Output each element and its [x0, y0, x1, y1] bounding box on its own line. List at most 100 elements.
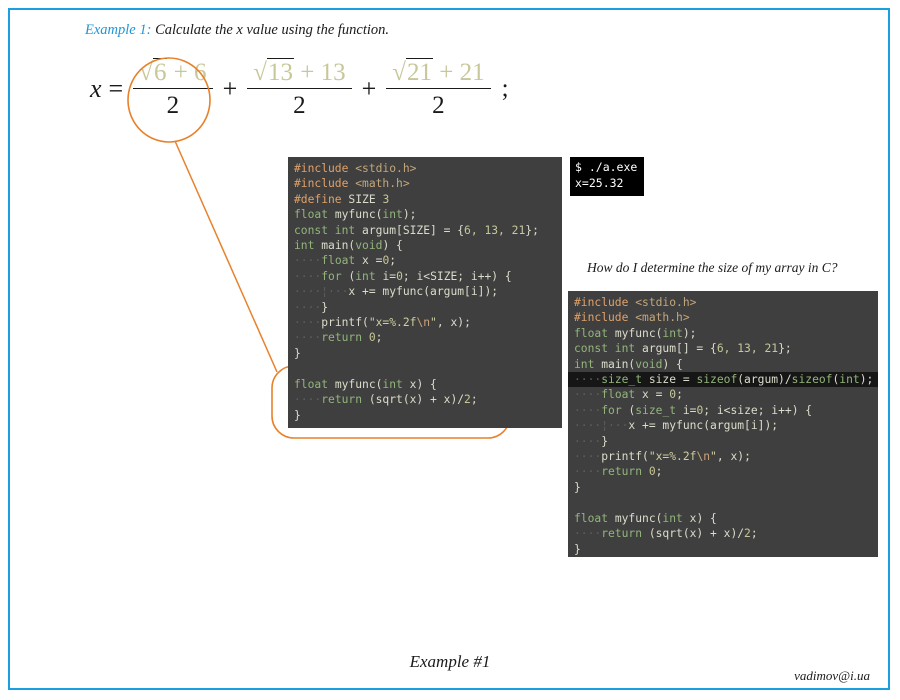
code-block-right[interactable]: #include <stdio.h> #include <math.h> float… [568, 291, 878, 557]
code-token: } [321, 300, 329, 314]
code-token: ; i<SIZE; i++) { [402, 269, 512, 283]
code-token: i= [382, 269, 397, 283]
numerator-rest: + 13 [300, 59, 346, 86]
code-token: (argum)/ [737, 373, 792, 387]
code-token: (sqrt(x) + x)/ [368, 393, 465, 407]
code-token: #define [294, 192, 349, 206]
code-token: } [574, 542, 581, 556]
code-line: #include <math.h> [568, 310, 878, 325]
code-token: argum[] = { [642, 342, 717, 356]
code-line: ····float x =0; [288, 253, 562, 268]
code-token: 6, 13, 21 [716, 342, 779, 356]
code-line: float myfunc(int); [568, 326, 878, 341]
code-token: float [574, 511, 615, 525]
code-token: ···· [574, 450, 602, 464]
code-line: ····for (size_t i=0; i<size; i++) { [568, 403, 878, 418]
code-line: ····¦···x += myfunc(argum[i]); [568, 418, 878, 433]
slide-caption: Example #1 [409, 652, 491, 671]
code-token: for [321, 269, 349, 283]
terminal-line: x=25.32 [575, 175, 624, 190]
code-token: }; [525, 223, 539, 237]
code-token: } [574, 480, 581, 494]
code-token: myfunc( [334, 208, 383, 222]
code-token: 3 [382, 192, 390, 206]
code-token: myfunc( [334, 377, 383, 391]
code-token: void [635, 357, 663, 371]
code-token: main( [601, 357, 636, 371]
code-line: #define SIZE 3 [288, 192, 562, 207]
code-token: float [294, 208, 335, 222]
code-token: } [601, 434, 609, 448]
code-token: float [574, 326, 615, 340]
code-token: myfunc( [614, 511, 663, 525]
heading-text: Calculate the x value using the function… [155, 22, 390, 38]
code-token: const int [294, 223, 363, 237]
code-token: x = [362, 254, 383, 268]
fraction-term-2: √13 + 13 2 [247, 58, 352, 118]
sqrt-radicand: 6 [152, 58, 168, 86]
code-token: ···· [574, 465, 602, 479]
code-token: (sqrt(x) + x)/ [648, 527, 745, 541]
code-token: #include [294, 177, 356, 191]
code-token: ; [389, 254, 397, 268]
code-token: ···· [574, 403, 602, 417]
code-token: size = [648, 373, 697, 387]
code-line: ····for (int i=0; i<SIZE; i++) { [288, 269, 562, 284]
code-line: const int argum[] = {6, 13, 21}; [568, 341, 878, 356]
code-token: return [321, 393, 369, 407]
code-line: ····return 0; [288, 330, 562, 345]
code-line: ····return (sqrt(x) + x)/2; [568, 526, 878, 541]
code-token: ); [402, 208, 417, 222]
code-token: #include [574, 311, 636, 325]
code-token: ); [859, 373, 874, 387]
code-line: #include <math.h> [288, 176, 562, 191]
code-line: ····printf("x=%.2f\n", x); [568, 449, 878, 464]
code-token: myfunc( [614, 326, 663, 340]
formula-variable: x [90, 74, 102, 103]
code-token: ) { [382, 239, 403, 253]
code-line: int main(void) { [288, 238, 562, 253]
code-token: ···· [294, 269, 322, 283]
code-token: int [382, 377, 410, 391]
code-token: return [321, 331, 369, 345]
code-token: float [294, 377, 335, 391]
code-line: ····size_t size = sizeof(argum)/sizeof(i… [568, 372, 878, 388]
code-token: sizeof [791, 373, 833, 387]
code-token: i= [682, 403, 697, 417]
code-token: ) { [662, 357, 683, 371]
code-token: ; [655, 465, 663, 479]
code-token: ····¦··· [294, 285, 349, 299]
code-token: int [355, 269, 383, 283]
code-token: float [321, 254, 363, 268]
sqrt-icon: √6 [139, 58, 168, 86]
code-line: } [568, 480, 878, 495]
code-line: const int argum[SIZE] = {6, 13, 21}; [288, 223, 562, 238]
code-line: } [568, 542, 878, 557]
code-token: 2 [744, 527, 751, 541]
code-token: #include [574, 296, 636, 309]
code-line: #include <stdio.h> [288, 161, 562, 176]
code-token: 0 [648, 465, 656, 479]
code-token: SIZE [348, 192, 383, 206]
code-token: " [710, 450, 717, 464]
formula-plus-1: + [222, 74, 238, 103]
code-token: x += myfunc(argum[i]); [348, 285, 499, 299]
code-line: ····printf("x=%.2f\n", x); [288, 315, 562, 330]
code-token: ···· [294, 331, 322, 345]
terminal-output[interactable]: $ ./a.exe x=25.32 [570, 157, 644, 196]
code-token: ; [676, 388, 683, 402]
code-token: } [294, 408, 301, 422]
code-token: 0 [396, 269, 403, 283]
code-token: ); [682, 326, 697, 340]
code-line: ····¦···x += myfunc(argum[i]); [288, 284, 562, 299]
question-text: How do I determine the size of my array … [587, 260, 838, 275]
code-token: ···· [574, 373, 602, 387]
code-token: size_t [635, 403, 683, 417]
code-line: ····} [288, 300, 562, 315]
code-token: ···· [294, 254, 322, 268]
code-token: return [601, 527, 649, 541]
code-token: int [574, 357, 602, 371]
code-token: printf( [601, 450, 649, 464]
code-block-left[interactable]: #include <stdio.h> #include <math.h> #defi… [288, 157, 562, 428]
